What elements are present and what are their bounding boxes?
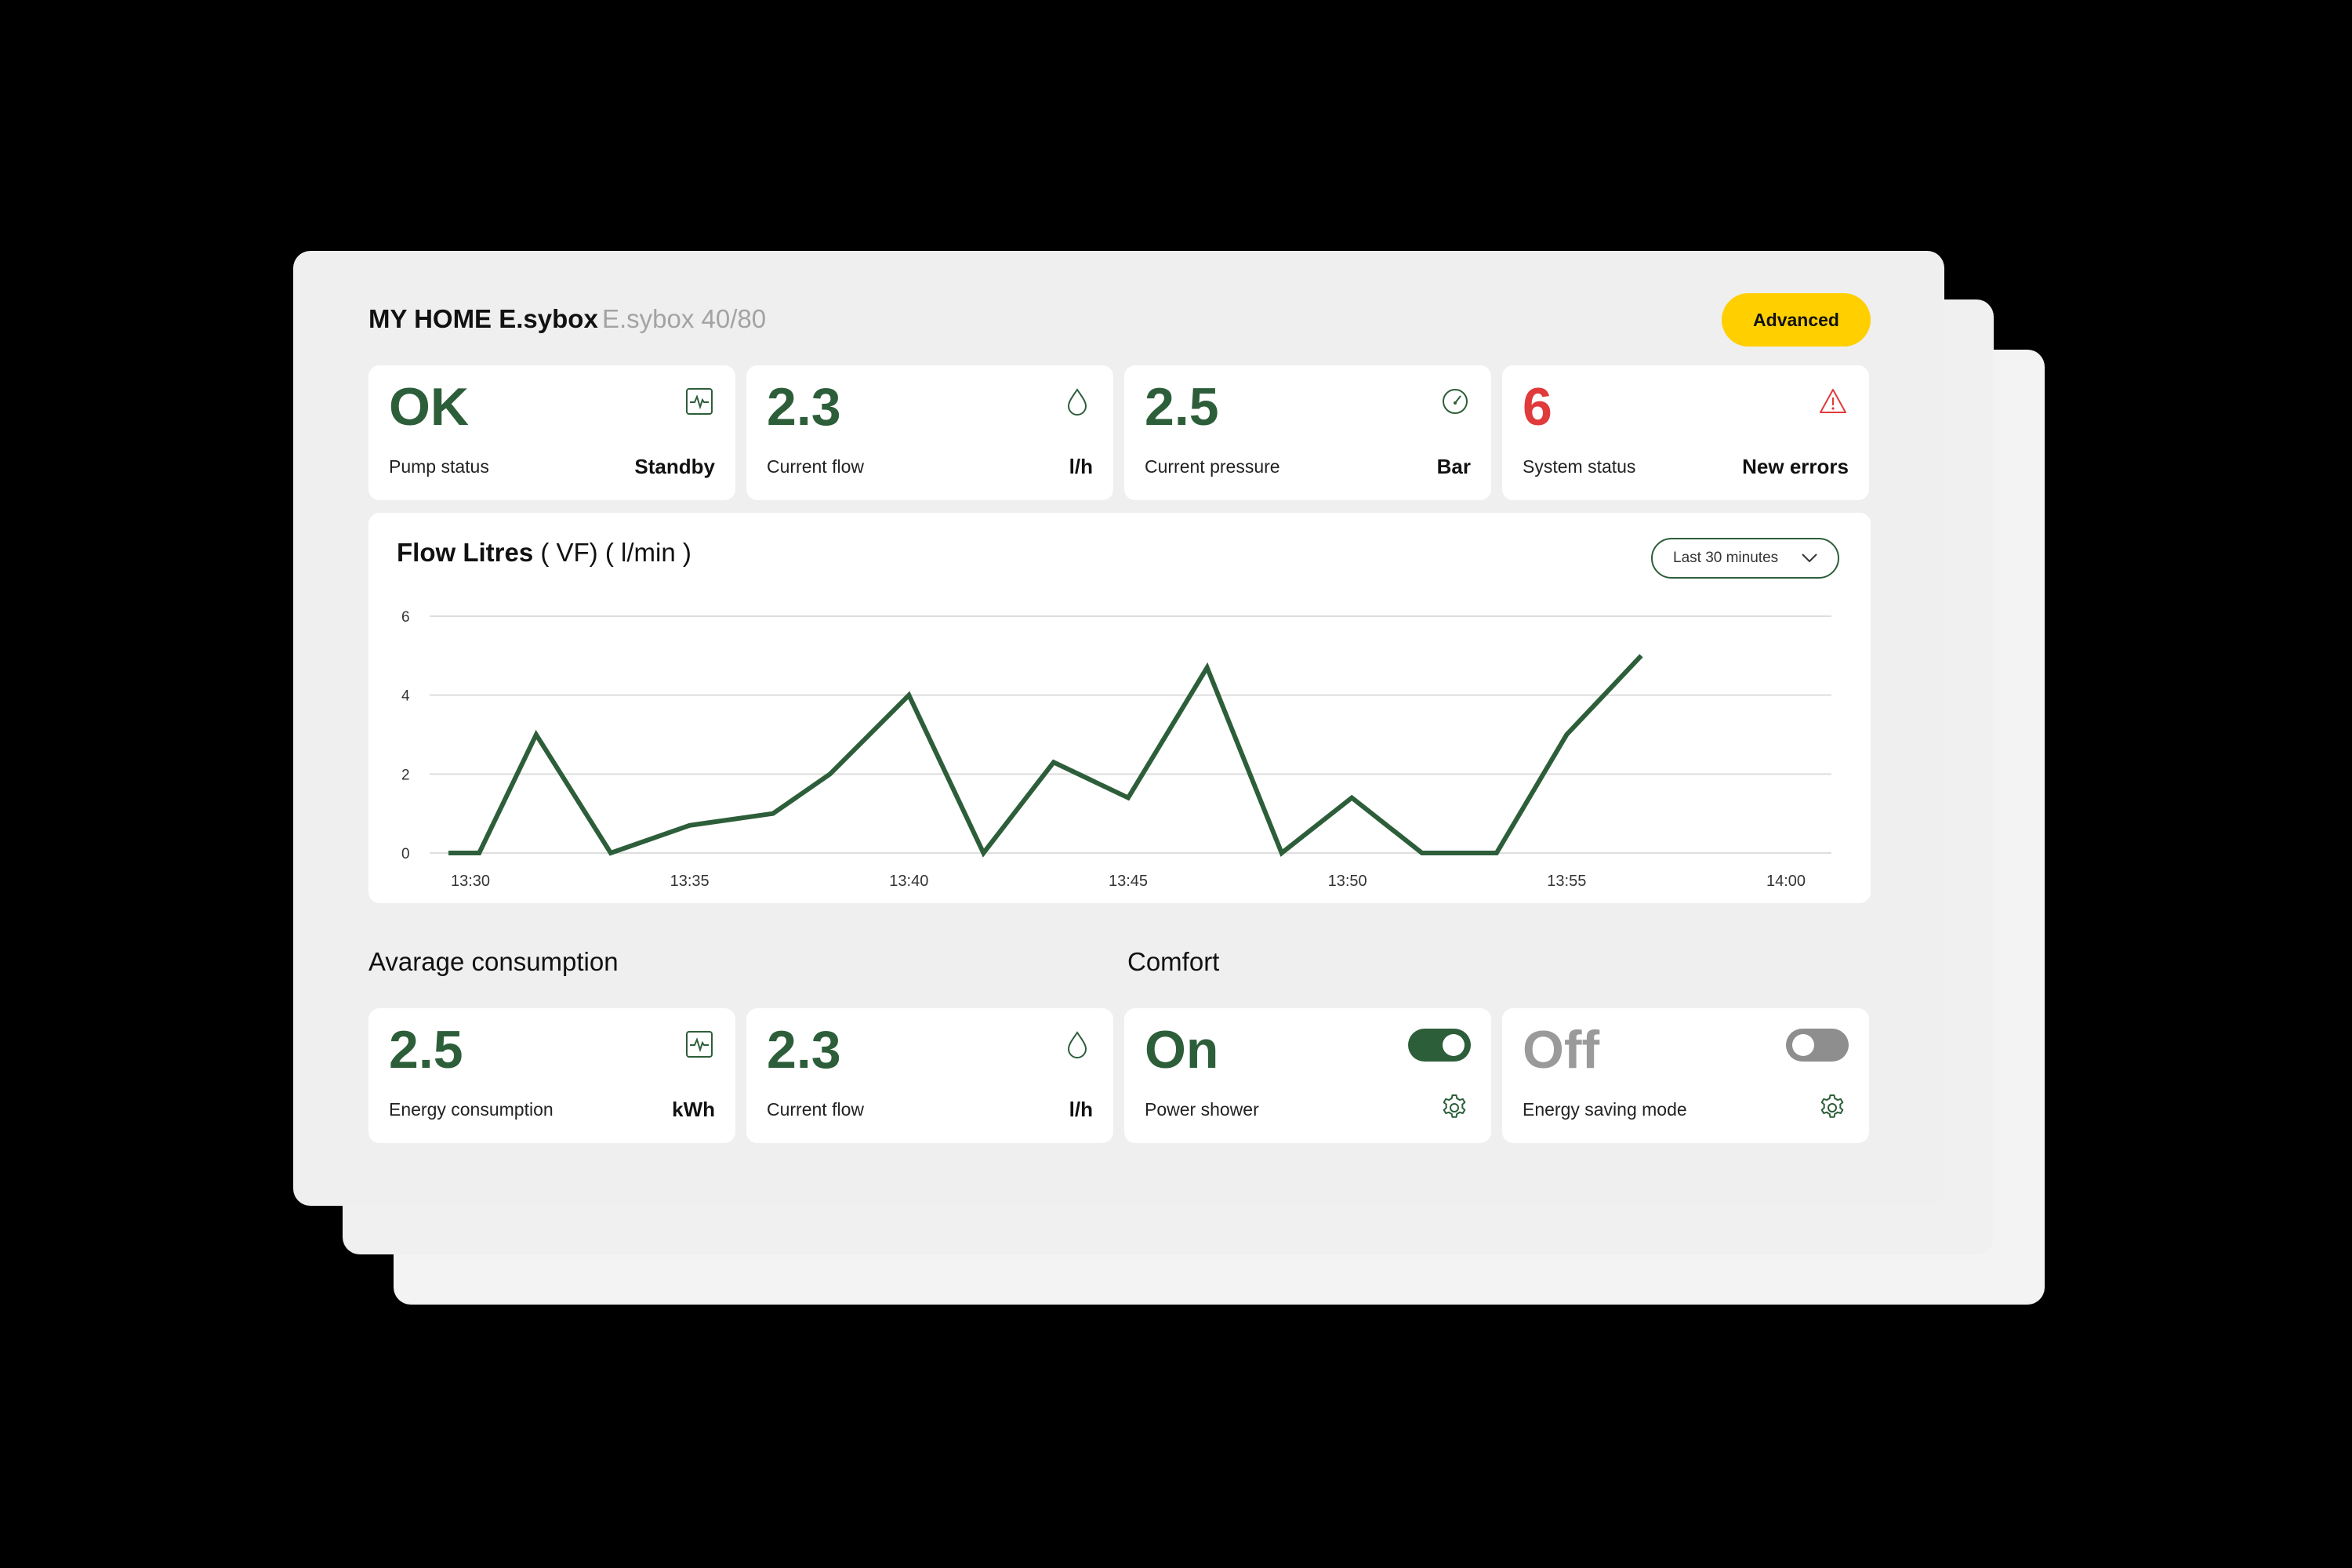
time-range-select[interactable]: Last 30 minutes [1651, 538, 1839, 579]
flow-series-line [448, 654, 1643, 858]
power-shower-toggle[interactable] [1408, 1029, 1471, 1062]
device-model: E.sybox 40/80 [602, 304, 767, 333]
avg-flow-label: Current flow [767, 1099, 864, 1120]
gauge-icon [1443, 389, 1468, 414]
comfort-section-title: Comfort [1127, 947, 1220, 976]
drop-icon [1067, 388, 1087, 416]
system-status-value: 6 [1523, 377, 1552, 437]
flow-chart-card: 0 2 4 6 13:30 13:35 13:40 13:45 13:50 13:55 14:00 … [368, 513, 1871, 903]
current-pressure-unit: Bar [1436, 455, 1471, 478]
x-tick-label: 13:30 [451, 873, 490, 890]
pump-status-label: Pump status [389, 456, 489, 477]
x-tick-label: 13:50 [1328, 873, 1367, 890]
time-range-label: Last 30 minutes [1673, 550, 1779, 566]
dashboard-panel: MY HOME E.sybox E.sybox 40/80 Advanced O… [293, 251, 1944, 1206]
y-tick-label: 2 [401, 767, 410, 783]
page-title: MY HOME E.sybox [368, 304, 598, 333]
avg-flow-card[interactable]: 2.3 Current flow l/h [746, 1008, 1113, 1143]
energy-consumption-label: Energy consumption [389, 1099, 554, 1120]
x-tick-label: 14:00 [1766, 873, 1806, 890]
gear-icon[interactable] [1439, 1093, 1469, 1123]
power-shower-label: Power shower [1145, 1099, 1259, 1120]
energy-consumption-unit: kWh [672, 1098, 715, 1121]
warning-icon [1820, 389, 1846, 413]
chart-title-main: Flow Litres [397, 538, 534, 567]
energy-consumption-card[interactable]: 2.5 Energy consumption kWh [368, 1008, 735, 1143]
y-tick-label: 0 [401, 846, 410, 862]
pump-status-card[interactable]: OK Pump status Standby [368, 365, 735, 500]
chart-title: Flow Litres ( VF) ( l/min ) [397, 538, 691, 568]
system-status-errors: New errors [1742, 455, 1849, 478]
toggle-knob [1792, 1034, 1814, 1056]
consumption-section-title: Avarage consumption [368, 947, 619, 976]
activity-icon [686, 1031, 713, 1058]
system-status-label: System status [1523, 456, 1636, 477]
x-tick-label: 13:55 [1547, 873, 1586, 890]
toggle-knob [1443, 1034, 1465, 1056]
current-pressure-label: Current pressure [1145, 456, 1280, 477]
avg-flow-unit: l/h [1069, 1098, 1093, 1121]
x-tick-label: 13:35 [670, 873, 710, 890]
pump-status-value: OK [389, 377, 469, 437]
y-tick-label: 4 [401, 688, 410, 705]
energy-consumption-value: 2.5 [389, 1020, 463, 1080]
current-pressure-card[interactable]: 2.5 Current pressure Bar [1124, 365, 1491, 500]
energy-saving-value: Off [1523, 1020, 1600, 1080]
chevron-down-icon [1802, 554, 1817, 563]
x-tick-label: 13:40 [889, 873, 928, 890]
activity-icon [686, 388, 713, 415]
power-shower-value: On [1145, 1020, 1219, 1080]
current-flow-unit: l/h [1069, 455, 1093, 478]
energy-saving-label: Energy saving mode [1523, 1099, 1687, 1120]
avg-flow-value: 2.3 [767, 1020, 841, 1080]
energy-saving-toggle[interactable] [1786, 1029, 1849, 1062]
pump-status-state: Standby [634, 455, 715, 478]
system-status-card[interactable]: 6 System status New errors [1502, 365, 1869, 500]
power-shower-card: On Power shower [1124, 1008, 1491, 1143]
advanced-button[interactable]: Advanced [1722, 293, 1871, 347]
gear-icon[interactable] [1817, 1093, 1847, 1123]
y-tick-label: 6 [401, 609, 410, 626]
current-flow-label: Current flow [767, 456, 864, 477]
flow-chart: 0 2 4 6 13:30 13:35 13:40 13:45 13:50 13:55 14:00 [401, 609, 1831, 890]
current-flow-card[interactable]: 2.3 Current flow l/h [746, 365, 1113, 500]
current-flow-value: 2.3 [767, 377, 841, 437]
x-tick-label: 13:45 [1109, 873, 1148, 890]
chart-title-unit: ( VF) ( l/min ) [533, 538, 691, 567]
current-pressure-value: 2.5 [1145, 377, 1219, 437]
drop-icon [1067, 1031, 1087, 1058]
energy-saving-card: Off Energy saving mode [1502, 1008, 1869, 1143]
